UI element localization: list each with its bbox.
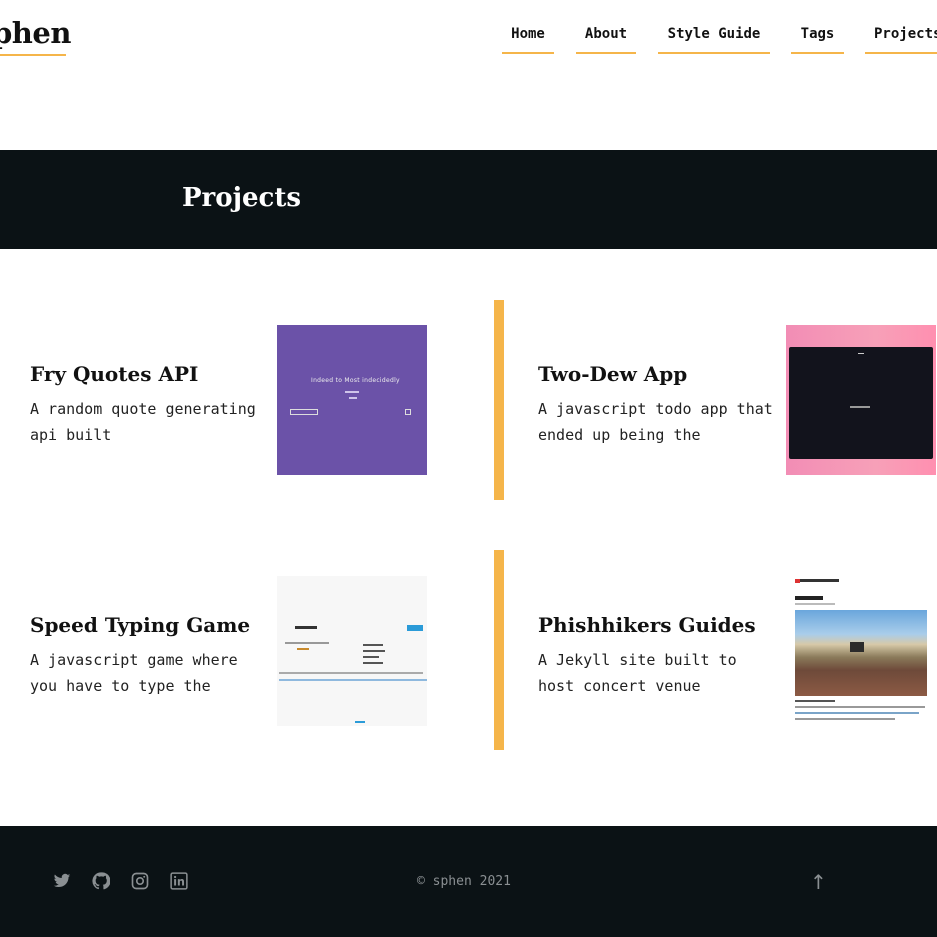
site-header: phen Home About Style Guide Tags Project… [0, 0, 937, 150]
thumbnail-line [279, 672, 423, 674]
thumbnail-line [363, 650, 385, 652]
thumbnail-photo [795, 610, 927, 696]
project-title[interactable]: Phishhikers Guides [538, 613, 756, 637]
thumbnail-logo-mark [795, 579, 800, 583]
thumbnail-button [407, 625, 423, 631]
project-description: A javascript game where you have to type… [30, 651, 238, 695]
thumbnail-line [279, 679, 427, 681]
project-card-two-dew[interactable]: Two-Dew App A javascript todo app that e… [508, 300, 937, 500]
thumbnail-line [363, 656, 379, 658]
project-thumbnail[interactable] [786, 576, 936, 726]
thumbnail-line [349, 397, 357, 399]
thumbnail-line [345, 391, 359, 393]
nav-projects[interactable]: Projects [865, 22, 937, 54]
thumbnail-button [290, 409, 318, 415]
thumbnail-link [355, 721, 365, 723]
thumbnail-line [285, 642, 329, 644]
thumbnail-button [405, 409, 411, 415]
thumbnail-line [363, 644, 383, 646]
thumbnail-heading [795, 596, 823, 600]
nav-tags[interactable]: Tags [791, 22, 844, 54]
site-footer: © sphen 2021 ↑ [0, 826, 937, 937]
project-description: A random quote generating api built [30, 400, 256, 444]
thumbnail-line [795, 706, 925, 708]
nav-style-guide[interactable]: Style Guide [658, 22, 770, 54]
linkedin-icon[interactable] [170, 872, 188, 890]
page-hero: Projects [0, 150, 937, 249]
twitter-icon[interactable] [53, 872, 71, 890]
thumbnail-brand [795, 579, 839, 582]
thumbnail-heading [295, 626, 317, 629]
page-title: Projects [182, 183, 302, 213]
thumbnail-line [795, 603, 835, 605]
project-title[interactable]: Speed Typing Game [30, 613, 250, 637]
thumbnail-line [795, 718, 895, 720]
project-title[interactable]: Two-Dew App [538, 362, 687, 386]
thumbnail-line [297, 648, 309, 650]
thumbnail-line [858, 353, 864, 354]
instagram-icon[interactable] [131, 872, 149, 890]
project-thumbnail[interactable] [277, 576, 427, 726]
thumbnail-line [795, 700, 835, 702]
thumbnail-screen [789, 347, 933, 459]
nav-about[interactable]: About [576, 22, 636, 54]
thumbnail-line [363, 662, 383, 664]
card-divider [494, 550, 504, 750]
project-title[interactable]: Fry Quotes API [30, 362, 198, 386]
project-card-speed-typing[interactable]: Speed Typing Game A javascript game wher… [0, 551, 440, 751]
thumbnail-line [850, 406, 870, 408]
project-thumbnail[interactable] [786, 325, 936, 475]
thumbnail-line [795, 712, 919, 714]
card-divider [494, 300, 504, 500]
thumbnail-text: Indeed to Most indecidedly [311, 377, 400, 384]
project-description: A Jekyll site built to host concert venu… [538, 651, 737, 695]
nav-home[interactable]: Home [502, 22, 554, 54]
project-description: A javascript todo app that ended up bein… [538, 400, 773, 444]
project-card-phishhikers[interactable]: Phishhikers Guides A Jekyll site built t… [508, 551, 937, 751]
main-nav: Home About Style Guide Tags Projects [0, 22, 937, 62]
copyright-text: © sphen 2021 [417, 874, 511, 889]
back-to-top-button[interactable]: ↑ [810, 870, 827, 894]
project-card-fry-quotes[interactable]: Fry Quotes API A random quote generating… [0, 300, 440, 500]
project-thumbnail[interactable]: Indeed to Most indecidedly [277, 325, 427, 475]
thumbnail-photo-stage [850, 642, 864, 652]
github-icon[interactable] [92, 872, 110, 890]
